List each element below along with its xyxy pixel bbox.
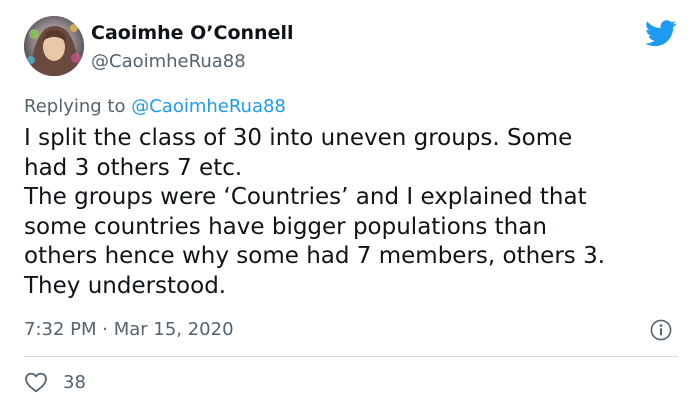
twitter-bird-icon[interactable] xyxy=(645,20,677,47)
replying-to: Replying to @CaoimheRua88 xyxy=(24,96,286,117)
info-icon[interactable] xyxy=(650,319,672,341)
tweet-text-line: had 3 others 7 etc. xyxy=(24,154,243,181)
divider xyxy=(24,356,678,357)
tweet-text: I split the class of 30 into uneven grou… xyxy=(24,124,684,301)
author-handle[interactable]: @CaoimheRua88 xyxy=(91,51,246,72)
tweet-text-line: others hence why some had 7 members, oth… xyxy=(24,243,606,269)
avatar-image xyxy=(24,16,84,76)
avatar[interactable] xyxy=(24,16,84,76)
reply-mention-link[interactable]: @CaoimheRua88 xyxy=(131,96,286,117)
tweet-card: Caoimhe O’Connell @CaoimheRua88 Replying… xyxy=(0,0,700,411)
tweet-text-line: some countries have bigger populations t… xyxy=(24,213,547,240)
like-count: 38 xyxy=(63,372,86,393)
reply-prefix: Replying to xyxy=(24,96,126,117)
tweet-timestamp[interactable]: 7:32 PM · Mar 15, 2020 xyxy=(24,319,234,340)
heart-icon[interactable] xyxy=(24,371,48,393)
tweet-text-line: They understood. xyxy=(24,272,227,299)
tweet-text-line: I split the class of 30 into uneven grou… xyxy=(24,125,573,151)
author-display-name[interactable]: Caoimhe O’Connell xyxy=(91,22,294,44)
tweet-text-line: The groups were ‘Countries’ and I explai… xyxy=(24,184,587,210)
